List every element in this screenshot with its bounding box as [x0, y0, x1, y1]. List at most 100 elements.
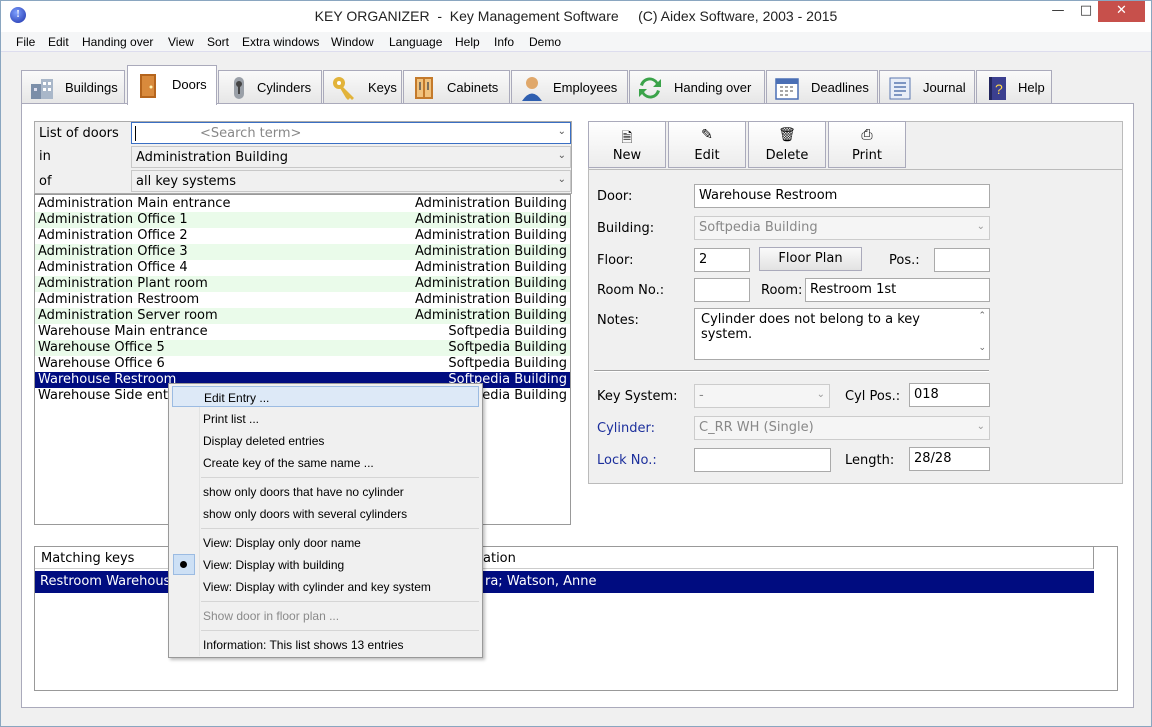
menu-item-view-cylinder-key-system[interactable]: View: Display with cylinder and key syst… — [172, 576, 479, 597]
floor-label: Floor: — [597, 253, 634, 268]
edit-pencil-icon: ✎ — [701, 127, 713, 143]
column-matching-keys[interactable]: Matching keys — [41, 551, 134, 566]
pos-field[interactable] — [934, 248, 990, 272]
menu-item-label: Create key of the same name ... — [203, 456, 374, 470]
lock-no-field[interactable] — [694, 448, 831, 472]
list-item[interactable]: Administration Main entrance Administrati… — [35, 196, 570, 212]
room-no-field[interactable] — [694, 278, 750, 302]
chevron-down-icon[interactable]: ⌄ — [558, 150, 566, 161]
edit-label: Edit — [694, 148, 720, 163]
menu-item-information[interactable]: Information: This list shows 13 entries — [172, 634, 479, 655]
search-input[interactable]: <Search term> ⌄ — [131, 122, 571, 144]
minimize-button[interactable]: — — [1044, 1, 1072, 22]
of-label: of — [39, 174, 52, 189]
column-location[interactable]: ation — [483, 551, 516, 566]
door-name: Warehouse Restroom — [38, 372, 177, 387]
building-select[interactable]: Softpedia Building ⌄ — [694, 216, 990, 240]
door-name: Administration Office 2 — [38, 228, 188, 243]
menu-item-print-list[interactable]: Print list ... — [172, 408, 479, 429]
tab-buildings[interactable]: Buildings — [21, 70, 125, 104]
menu-item-display-deleted[interactable]: Display deleted entries — [172, 430, 479, 451]
maximize-button[interactable]: □ — [1072, 1, 1100, 22]
menu-window[interactable]: Window — [331, 35, 374, 49]
list-item[interactable]: Administration Office 2 Administration Bu… — [35, 228, 570, 244]
cylinder-select[interactable]: C_RR WH (Single) ⌄ — [694, 416, 990, 440]
matching-key-name: Restroom Warehous — [40, 574, 171, 589]
menu-edit[interactable]: Edit — [48, 35, 69, 49]
delete-label: Delete — [765, 148, 809, 163]
key-system-filter-select[interactable]: all key systems ⌄ — [131, 170, 571, 192]
handing-over-icon — [639, 77, 661, 99]
tab-handing-over[interactable]: Handing over — [629, 70, 765, 104]
list-item[interactable]: Administration Office 3 Administration Bu… — [35, 244, 570, 260]
cylinder-link[interactable]: Cylinder: — [597, 421, 655, 436]
tab-cylinders[interactable]: Cylinders — [218, 70, 322, 104]
menu-item-edit-entry[interactable]: Edit Entry ... — [172, 386, 479, 407]
list-item[interactable]: Warehouse Office 6 Softpedia Building — [35, 356, 570, 372]
chevron-down-icon[interactable]: ⌄ — [558, 126, 566, 137]
menu-file[interactable]: File — [16, 35, 35, 49]
new-label: New — [612, 148, 642, 163]
list-item[interactable]: Administration Office 4 Administration Bu… — [35, 260, 570, 276]
list-item[interactable]: Warehouse Main entrance Softpedia Buildin… — [35, 324, 570, 340]
menu-item-view-with-building[interactable]: View: Display with building — [172, 554, 479, 575]
list-item[interactable]: Administration Office 1 Administration Bu… — [35, 212, 570, 228]
new-button[interactable]: 🗎 New — [588, 121, 666, 168]
floor-plan-button[interactable]: Floor Plan — [759, 247, 862, 271]
chevron-down-icon[interactable]: ⌄ — [558, 174, 566, 185]
door-name-field[interactable]: Warehouse Restroom — [694, 184, 990, 208]
menu-demo[interactable]: Demo — [529, 35, 561, 49]
key-system-select[interactable]: - ⌄ — [694, 384, 830, 408]
tab-label: Cylinders — [257, 80, 312, 95]
menu-separator — [201, 528, 479, 529]
length-field[interactable]: 28/28 — [909, 447, 990, 471]
building-filter-select[interactable]: Administration Building ⌄ — [131, 146, 571, 168]
tab-label: Help — [1018, 80, 1045, 95]
tab-journal[interactable]: Journal — [879, 70, 975, 104]
menu-item-several-cylinders[interactable]: show only doors with several cylinders — [172, 503, 479, 524]
menu-item-label: Edit Entry ... — [204, 391, 270, 405]
scroll-down-icon[interactable]: ⌄ — [978, 343, 986, 353]
tab-cabinets[interactable]: Cabinets — [403, 70, 510, 104]
menu-item-view-door-name[interactable]: View: Display only door name — [172, 532, 479, 553]
door-building: Administration Building — [415, 196, 567, 211]
cyl-pos-field[interactable]: 018 — [909, 383, 990, 407]
menu-bar: File Edit Handing over View Sort Extra w… — [1, 32, 1151, 52]
door-building: Administration Building — [415, 244, 567, 259]
menu-info[interactable]: Info — [494, 35, 514, 49]
list-item[interactable]: Warehouse Office 5 Softpedia Building — [35, 340, 570, 356]
room-field[interactable]: Restroom 1st — [805, 278, 990, 302]
print-button[interactable]: ⎙ Print — [828, 121, 906, 168]
delete-button[interactable]: 🗑 Delete — [748, 121, 826, 168]
door-name: Warehouse Office 5 — [38, 340, 165, 355]
menu-help[interactable]: Help — [455, 35, 480, 49]
menu-handing-over[interactable]: Handing over — [82, 35, 153, 49]
tab-employees[interactable]: Employees — [511, 70, 628, 104]
door-building: Softpedia Building — [448, 324, 567, 339]
menu-item-create-key[interactable]: Create key of the same name ... — [172, 452, 479, 473]
menu-item-label: show only doors with several cylinders — [203, 507, 408, 521]
scroll-up-icon[interactable]: ⌃ — [978, 311, 986, 321]
tab-doors[interactable]: Doors — [127, 65, 217, 105]
floor-field[interactable]: 2 — [694, 248, 750, 272]
tab-deadlines[interactable]: Deadlines — [766, 70, 878, 104]
tab-help[interactable]: ? Help — [976, 70, 1052, 104]
tab-label: Employees — [553, 80, 618, 95]
list-item[interactable]: Administration Restroom Administration Bu… — [35, 292, 570, 308]
room-no-label: Room No.: — [597, 283, 665, 298]
list-item[interactable]: Administration Plant room Administration … — [35, 276, 570, 292]
lock-no-link[interactable]: Lock No.: — [597, 453, 657, 468]
list-item[interactable]: Administration Server room Administration… — [35, 308, 570, 324]
menu-view[interactable]: View — [168, 35, 194, 49]
menu-item-no-cylinder[interactable]: show only doors that have no cylinder — [172, 481, 479, 502]
close-button[interactable]: ✕ — [1098, 1, 1145, 22]
notes-textarea[interactable]: Cylinder does not belong to a key system… — [694, 308, 990, 360]
menu-separator — [201, 477, 479, 478]
menu-sort[interactable]: Sort — [207, 35, 229, 49]
context-menu: Edit Entry ... Print list ... Display de… — [168, 383, 483, 658]
menu-extra-windows[interactable]: Extra windows — [242, 35, 319, 49]
edit-button[interactable]: ✎ Edit — [668, 121, 746, 168]
tab-keys[interactable]: Keys — [323, 70, 402, 104]
menu-language[interactable]: Language — [389, 35, 442, 49]
in-label: in — [39, 149, 51, 164]
